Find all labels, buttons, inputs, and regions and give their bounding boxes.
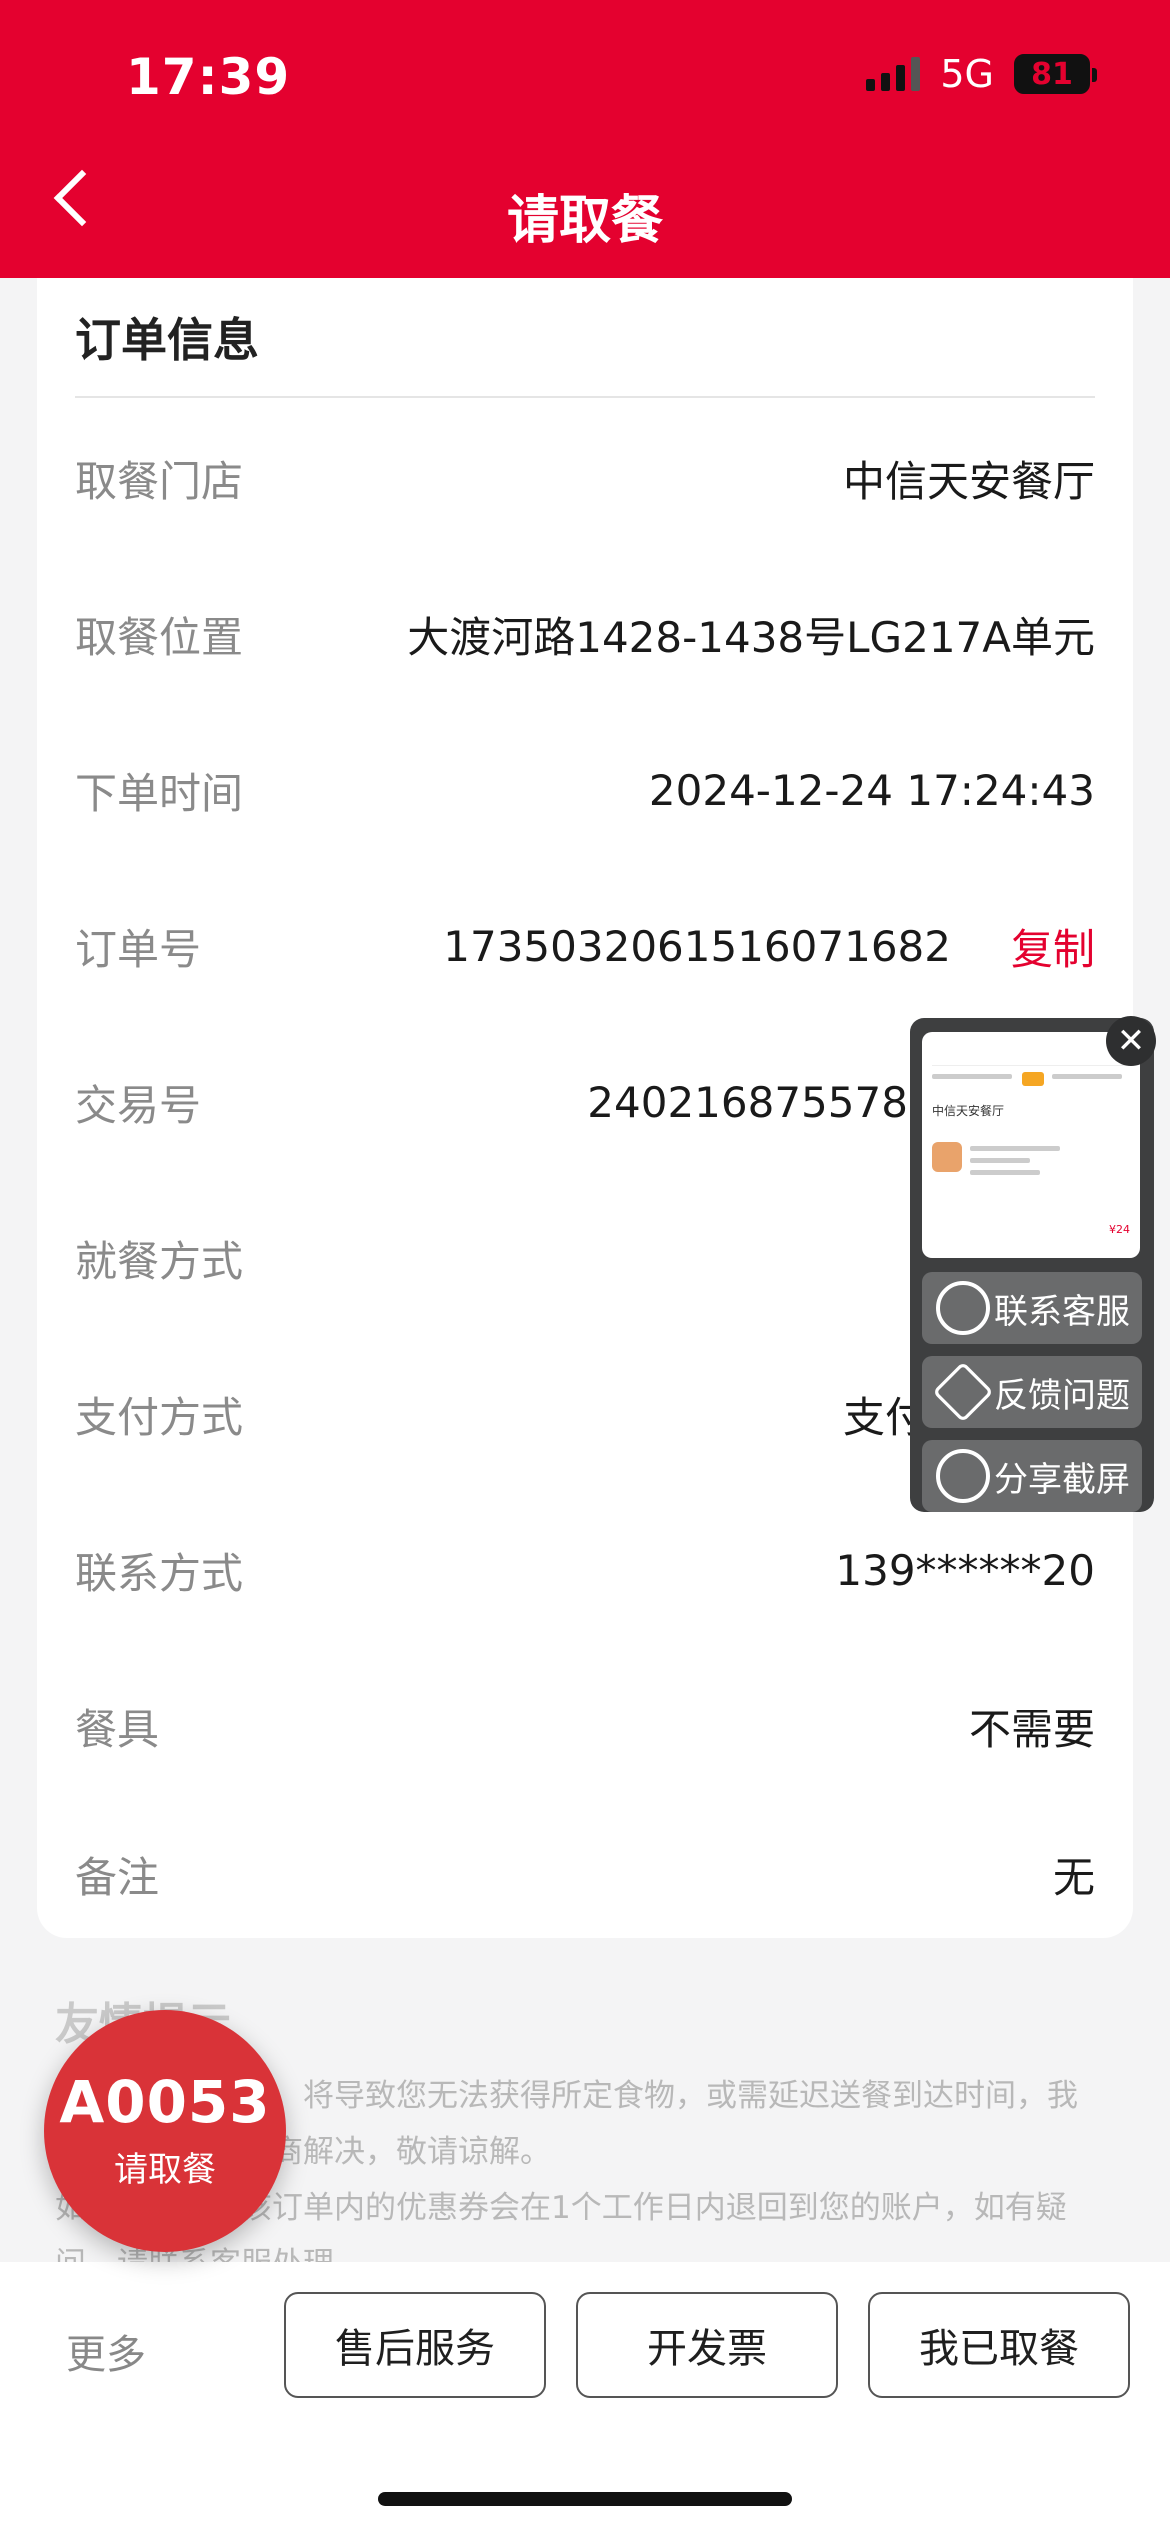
divider bbox=[75, 396, 1095, 398]
row-label: 取餐位置 bbox=[75, 612, 244, 662]
share-screenshot-button[interactable]: 分享截屏 bbox=[922, 1440, 1142, 1512]
row-label: 就餐方式 bbox=[75, 1236, 244, 1286]
order-info-title: 订单信息 bbox=[75, 313, 259, 367]
row-store: 取餐门店 中信天安餐厅 bbox=[75, 448, 1095, 508]
thumbnail-store: 中信天安餐厅 bbox=[932, 1104, 1005, 1118]
pickup-number-badge[interactable]: A0053 请取餐 bbox=[44, 2010, 286, 2252]
panel-button-label: 联系客服 bbox=[994, 1291, 1130, 1332]
order-number-value: 1735032061516071682 bbox=[443, 921, 951, 971]
network-type: 5G bbox=[940, 52, 994, 96]
row-value: 139******20 bbox=[835, 1545, 1095, 1595]
row-label: 交易号 bbox=[75, 1080, 202, 1130]
food-image-icon bbox=[932, 1142, 962, 1172]
row-value: 中信天安餐厅 bbox=[842, 456, 1095, 506]
after-sales-button[interactable]: 售后服务 bbox=[284, 2292, 546, 2398]
panel-button-label: 分享截屏 bbox=[994, 1459, 1130, 1500]
headset-icon bbox=[936, 1281, 990, 1335]
row-value: 大渡河路1428-1438号LG217A单元 bbox=[407, 612, 1095, 662]
pickup-number: A0053 bbox=[59, 2068, 271, 2136]
feedback-button[interactable]: 反馈问题 bbox=[922, 1356, 1142, 1428]
invoice-button[interactable]: 开发票 bbox=[576, 2292, 838, 2398]
screenshot-thumbnail[interactable]: 中信天安餐厅 ¥24 bbox=[922, 1032, 1140, 1258]
status-time: 17:39 bbox=[126, 48, 291, 106]
row-location: 取餐位置 大渡河路1428-1438号LG217A单元 bbox=[75, 604, 1095, 664]
row-contact: 联系方式 139******20 bbox=[75, 1540, 1095, 1600]
status-icons: 5G 81 bbox=[866, 52, 1097, 96]
row-tableware: 餐具 不需要 bbox=[75, 1696, 1095, 1756]
bottom-action-bar: 更多 售后服务 开发票 我已取餐 bbox=[0, 2262, 1170, 2532]
battery-level: 81 bbox=[1031, 56, 1073, 92]
row-label: 订单号 bbox=[75, 924, 202, 974]
signal-icon bbox=[866, 57, 921, 91]
share-icon bbox=[936, 1449, 990, 1503]
thumbnail-price: ¥24 bbox=[1109, 1223, 1130, 1236]
row-remarks: 备注 无 bbox=[75, 1844, 1095, 1904]
panel-button-label: 反馈问题 bbox=[994, 1375, 1130, 1416]
row-label: 下单时间 bbox=[75, 768, 244, 818]
more-button[interactable]: 更多 bbox=[66, 2322, 146, 2380]
tag-icon bbox=[932, 1361, 994, 1423]
screenshot-float-panel: 中信天安餐厅 ¥24 ✕ 联系客服 反馈问题 分享截屏 bbox=[910, 1016, 1156, 1512]
row-value: 不需要 bbox=[968, 1704, 1095, 1754]
row-label: 备注 bbox=[75, 1852, 160, 1902]
battery-icon: 81 bbox=[1014, 54, 1097, 94]
page-title: 请取餐 bbox=[506, 191, 663, 251]
row-order-time: 下单时间 2024-12-24 17:24:43 bbox=[75, 760, 1095, 820]
close-icon[interactable]: ✕ bbox=[1106, 1016, 1156, 1066]
picked-up-button[interactable]: 我已取餐 bbox=[868, 2292, 1130, 2398]
row-label: 餐具 bbox=[75, 1704, 160, 1754]
home-indicator bbox=[378, 2492, 792, 2506]
contact-service-button[interactable]: 联系客服 bbox=[922, 1272, 1142, 1344]
row-order-number: 订单号 1735032061516071682 复制 bbox=[75, 916, 1095, 976]
row-label: 取餐门店 bbox=[75, 456, 244, 506]
row-label: 支付方式 bbox=[75, 1392, 244, 1442]
pickup-label: 请取餐 bbox=[114, 2150, 216, 2190]
row-value: 2024-12-24 17:24:43 bbox=[648, 765, 1095, 815]
header: 17:39 5G 81 请取餐 bbox=[0, 0, 1170, 278]
row-label: 联系方式 bbox=[75, 1548, 244, 1598]
row-value: 无 bbox=[1052, 1852, 1095, 1902]
copy-button[interactable]: 复制 bbox=[1011, 916, 1095, 977]
